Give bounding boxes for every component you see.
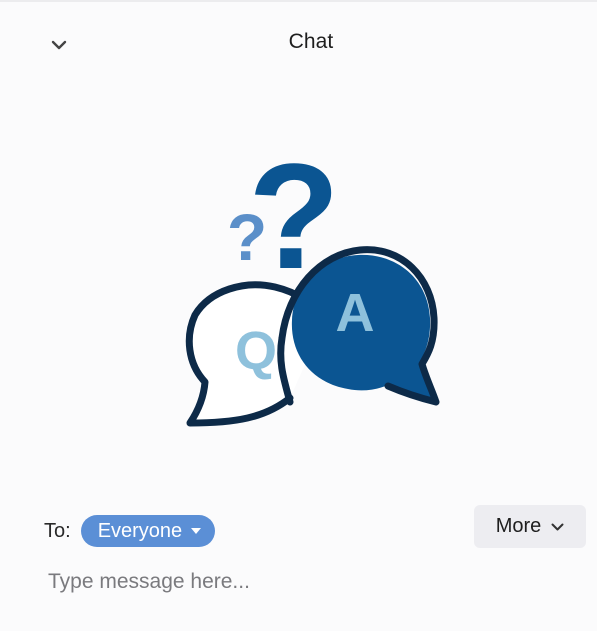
more-button-label: More (495, 515, 542, 537)
recipient-label: Everyone (97, 519, 183, 542)
qa-chat-bubbles-icon: ? ? Q A (185, 140, 440, 427)
question-letter: Q (235, 321, 277, 381)
answer-letter: A (336, 283, 375, 343)
to-label: To: (44, 519, 71, 542)
chat-header: Chat (0, 18, 597, 70)
chat-panel: Chat ? ? Q A To: Everyone More (0, 0, 597, 631)
panel-top-border (0, 0, 597, 2)
caret-down-icon (191, 528, 202, 534)
chat-title: Chat (288, 30, 334, 53)
chevron-down-icon (551, 523, 564, 531)
recipient-dropdown[interactable]: Everyone (80, 515, 216, 547)
more-button[interactable]: More (474, 505, 586, 548)
message-input[interactable] (38, 562, 578, 602)
recipient-row: To: Everyone (44, 514, 216, 548)
